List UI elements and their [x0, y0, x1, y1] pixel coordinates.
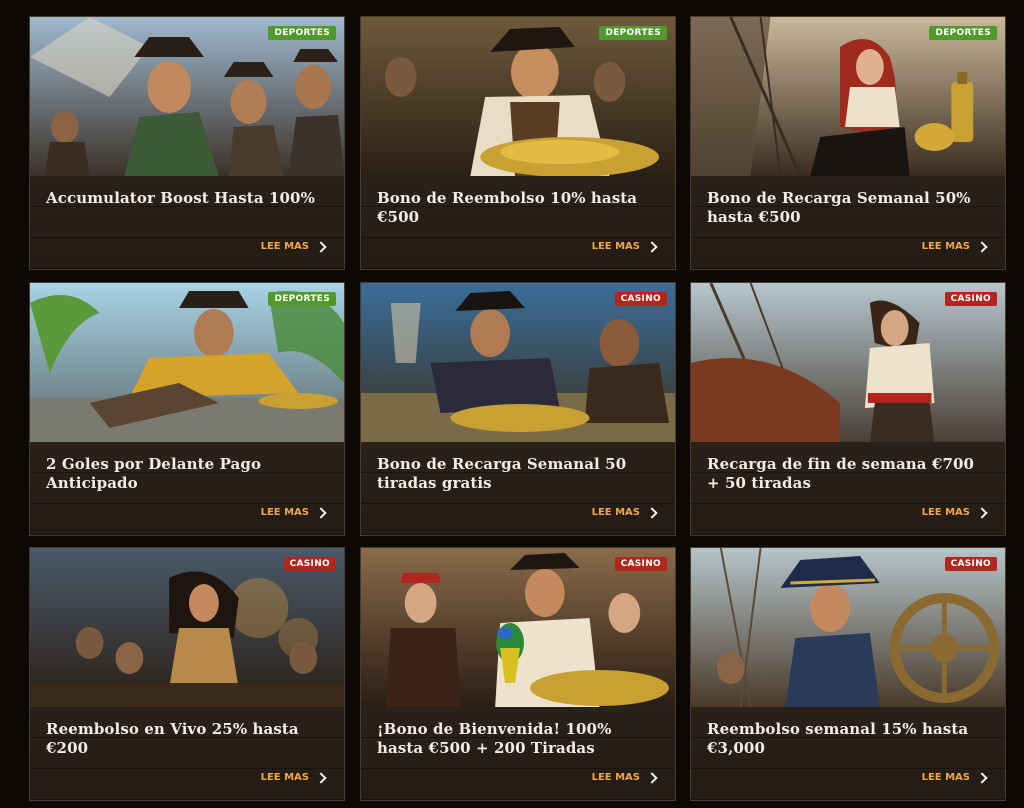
- promo-title: Bono de Recarga Semanal 50% hasta €500: [707, 189, 971, 226]
- promo-title: Bono de Recarga Semanal 50 tiradas grati…: [377, 455, 627, 492]
- read-more-label: LEE MAS: [591, 772, 640, 783]
- chevron-right-icon: [646, 506, 658, 519]
- promo-image[interactable]: CASINO: [691, 283, 1005, 442]
- read-more-link[interactable]: LEE MAS: [260, 240, 327, 253]
- promo-body: ¡Bono de Bienvenida! 100% hasta €500 + 2…: [361, 707, 675, 800]
- promo-image[interactable]: CASINO: [361, 283, 675, 442]
- promo-title: Reembolso en Vivo 25% hasta €200: [46, 720, 299, 757]
- promo-card[interactable]: DEPORTES 2 Goles por Delante Pago Antici…: [29, 282, 345, 536]
- read-more-label: LEE MAS: [921, 772, 970, 783]
- category-badge: CASINO: [614, 292, 667, 306]
- promo-title: Recarga de fin de semana €700 + 50 tirad…: [707, 455, 975, 492]
- promo-image[interactable]: CASINO: [361, 548, 675, 707]
- promo-image[interactable]: CASINO: [691, 548, 1005, 707]
- read-more-label: LEE MAS: [921, 241, 970, 252]
- read-more-label: LEE MAS: [260, 241, 309, 252]
- read-more-label: LEE MAS: [591, 507, 640, 518]
- chevron-right-icon: [976, 506, 988, 519]
- promo-body: Bono de Recarga Semanal 50 tiradas grati…: [361, 442, 675, 535]
- promo-body: Reembolso en Vivo 25% hasta €200 LEE MAS: [30, 707, 344, 800]
- read-more-label: LEE MAS: [591, 241, 640, 252]
- chevron-right-icon: [976, 771, 988, 784]
- promo-title: Accumulator Boost Hasta 100%: [46, 189, 315, 207]
- promotions-grid: DEPORTES Accumulator Boost Hasta 100% LE…: [0, 0, 1024, 808]
- promo-image[interactable]: DEPORTES: [691, 17, 1005, 176]
- read-more-label: LEE MAS: [260, 772, 309, 783]
- promo-card[interactable]: CASINO ¡Bono de Bienvenida! 100% hasta €…: [360, 547, 676, 801]
- read-more-label: LEE MAS: [260, 507, 309, 518]
- category-badge: CASINO: [944, 292, 997, 306]
- chevron-right-icon: [646, 240, 658, 253]
- read-more-link[interactable]: LEE MAS: [591, 506, 658, 519]
- read-more-link[interactable]: LEE MAS: [591, 771, 658, 784]
- read-more-link[interactable]: LEE MAS: [921, 771, 988, 784]
- promo-body: Bono de Recarga Semanal 50% hasta €500 L…: [691, 176, 1005, 269]
- promo-title: Bono de Reembolso 10% hasta €500: [377, 189, 638, 226]
- promo-title: 2 Goles por Delante Pago Anticipado: [46, 455, 262, 492]
- read-more-link[interactable]: LEE MAS: [260, 506, 327, 519]
- promo-body: Reembolso semanal 15% hasta €3,000 LEE M…: [691, 707, 1005, 800]
- promo-body: Bono de Reembolso 10% hasta €500 LEE MAS: [361, 176, 675, 269]
- chevron-right-icon: [976, 240, 988, 253]
- read-more-label: LEE MAS: [921, 507, 970, 518]
- chevron-right-icon: [315, 506, 327, 519]
- promo-card[interactable]: DEPORTES Bono de Reembolso 10% hasta €50…: [360, 16, 676, 270]
- promo-image[interactable]: DEPORTES: [361, 17, 675, 176]
- category-badge: CASINO: [944, 557, 997, 571]
- promo-body: Accumulator Boost Hasta 100% LEE MAS: [30, 176, 344, 269]
- read-more-link[interactable]: LEE MAS: [921, 506, 988, 519]
- promo-body: Recarga de fin de semana €700 + 50 tirad…: [691, 442, 1005, 535]
- read-more-link[interactable]: LEE MAS: [921, 240, 988, 253]
- promo-card[interactable]: CASINO Reembolso semanal 15% hasta €3,00…: [690, 547, 1006, 801]
- promo-title: Reembolso semanal 15% hasta €3,000: [707, 720, 969, 757]
- promo-image[interactable]: DEPORTES: [30, 17, 344, 176]
- promo-title: ¡Bono de Bienvenida! 100% hasta €500 + 2…: [377, 720, 612, 757]
- category-badge: CASINO: [614, 557, 667, 571]
- category-badge: DEPORTES: [268, 26, 336, 40]
- promo-image[interactable]: CASINO: [30, 548, 344, 707]
- read-more-link[interactable]: LEE MAS: [260, 771, 327, 784]
- promo-image[interactable]: DEPORTES: [30, 283, 344, 442]
- category-badge: DEPORTES: [929, 26, 997, 40]
- promo-card[interactable]: CASINO Bono de Recarga Semanal 50 tirada…: [360, 282, 676, 536]
- promo-card[interactable]: DEPORTES Accumulator Boost Hasta 100% LE…: [29, 16, 345, 270]
- promo-card[interactable]: CASINO Reembolso en Vivo 25% hasta €200 …: [29, 547, 345, 801]
- chevron-right-icon: [315, 771, 327, 784]
- read-more-link[interactable]: LEE MAS: [591, 240, 658, 253]
- chevron-right-icon: [315, 240, 327, 253]
- chevron-right-icon: [646, 771, 658, 784]
- promo-body: 2 Goles por Delante Pago Anticipado LEE …: [30, 442, 344, 535]
- category-badge: DEPORTES: [599, 26, 667, 40]
- category-badge: DEPORTES: [268, 292, 336, 306]
- promo-card[interactable]: DEPORTES Bono de Recarga Semanal 50% has…: [690, 16, 1006, 270]
- category-badge: CASINO: [283, 557, 336, 571]
- promo-card[interactable]: CASINO Recarga de fin de semana €700 + 5…: [690, 282, 1006, 536]
